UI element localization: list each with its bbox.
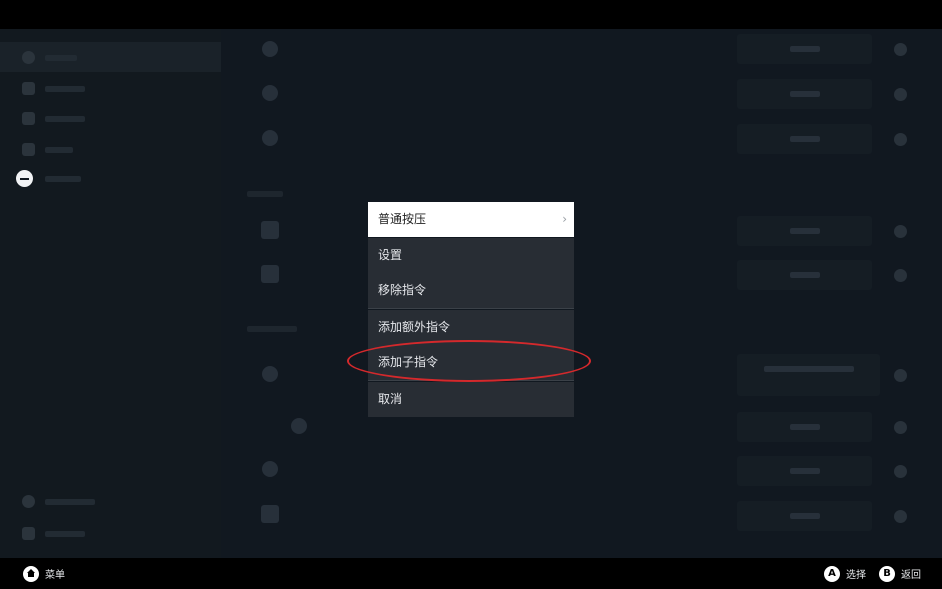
row-icon [261, 265, 279, 283]
menu-item-cancel[interactable]: 取消 [368, 382, 574, 417]
value-pill[interactable] [737, 124, 872, 154]
chevron-right-icon: › [562, 212, 567, 226]
value-pill[interactable] [737, 412, 872, 442]
value-pill[interactable] [737, 501, 872, 531]
option-dot[interactable] [894, 43, 907, 56]
back-hint-label: 返回 [901, 570, 921, 581]
sidebar-item[interactable] [0, 103, 221, 133]
sidebar-item-label-blurred [45, 55, 77, 61]
menu-item-label: 添加子指令 [378, 355, 439, 369]
row-icon [291, 418, 307, 434]
a-button-icon: A [824, 565, 840, 582]
sidebar-item-icon [22, 82, 35, 95]
sidebar [0, 29, 221, 558]
menu-item-normal-press[interactable]: 普通按压 › [368, 202, 574, 237]
menu-divider [368, 308, 574, 309]
row-icon [262, 461, 278, 477]
value-pill[interactable] [737, 79, 872, 109]
menu-hint-label: 菜单 [45, 570, 65, 581]
minus-circle-icon[interactable] [16, 170, 33, 187]
option-dot[interactable] [894, 369, 907, 382]
select-hint[interactable]: A 选择 [824, 558, 866, 589]
sidebar-item-label-blurred [45, 86, 85, 92]
menu-hint[interactable]: 菜单 [23, 558, 65, 589]
b-button-icon: B [879, 565, 895, 582]
menu-divider [368, 380, 574, 381]
row-icon [262, 41, 278, 57]
sidebar-item-label-blurred [45, 147, 73, 153]
menu-item-add-sub-command[interactable]: 添加子指令 [368, 345, 574, 380]
sidebar-item[interactable] [0, 518, 221, 548]
option-dot[interactable] [894, 510, 907, 523]
sidebar-item-icon [22, 527, 35, 540]
sidebar-item[interactable] [0, 486, 221, 516]
menu-item-settings[interactable]: 设置 [368, 238, 574, 273]
back-hint[interactable]: B 返回 [879, 558, 921, 589]
bottom-hint-bar: 菜单 A 选择 B 返回 [0, 558, 942, 589]
top-bar [0, 0, 942, 29]
row-icon [261, 505, 279, 523]
context-menu: 普通按压 › 设置 移除指令 添加额外指令 添加子指令 取消 [368, 202, 574, 417]
option-dot[interactable] [894, 133, 907, 146]
menu-item-label: 普通按压 [378, 212, 427, 226]
sidebar-item-label-blurred [45, 116, 85, 122]
home-icon [23, 565, 39, 582]
option-dot[interactable] [894, 225, 907, 238]
menu-item-label: 添加额外指令 [378, 320, 451, 334]
menu-item-label: 设置 [378, 248, 403, 262]
sidebar-item-icon [22, 51, 35, 64]
sidebar-item[interactable] [0, 42, 221, 72]
sidebar-item-label-blurred [45, 499, 95, 505]
menu-item-label: 取消 [378, 392, 403, 406]
menu-item-label: 移除指令 [378, 283, 427, 297]
row-icon [262, 366, 278, 382]
value-pill[interactable] [737, 216, 872, 246]
row-icon [261, 221, 279, 239]
option-dot[interactable] [894, 88, 907, 101]
sidebar-item-label-blurred [45, 176, 81, 182]
option-dot[interactable] [894, 421, 907, 434]
value-pill[interactable] [737, 456, 872, 486]
sidebar-item-icon [22, 495, 35, 508]
select-hint-label: 选择 [846, 570, 866, 581]
sidebar-item-label-blurred [45, 531, 85, 537]
menu-item-add-extra-command[interactable]: 添加额外指令 [368, 310, 574, 345]
row-icon [262, 85, 278, 101]
menu-item-remove-command[interactable]: 移除指令 [368, 273, 574, 308]
sidebar-item-icon [22, 143, 35, 156]
sidebar-item-icon [22, 112, 35, 125]
row-icon [262, 130, 278, 146]
value-pill[interactable] [737, 354, 880, 396]
section-header-blurred [247, 326, 297, 332]
sidebar-item[interactable] [0, 134, 221, 164]
value-pill[interactable] [737, 260, 872, 290]
option-dot[interactable] [894, 269, 907, 282]
option-dot[interactable] [894, 465, 907, 478]
sidebar-item[interactable] [0, 73, 221, 103]
section-header-blurred [247, 191, 283, 197]
value-pill[interactable] [737, 34, 872, 64]
